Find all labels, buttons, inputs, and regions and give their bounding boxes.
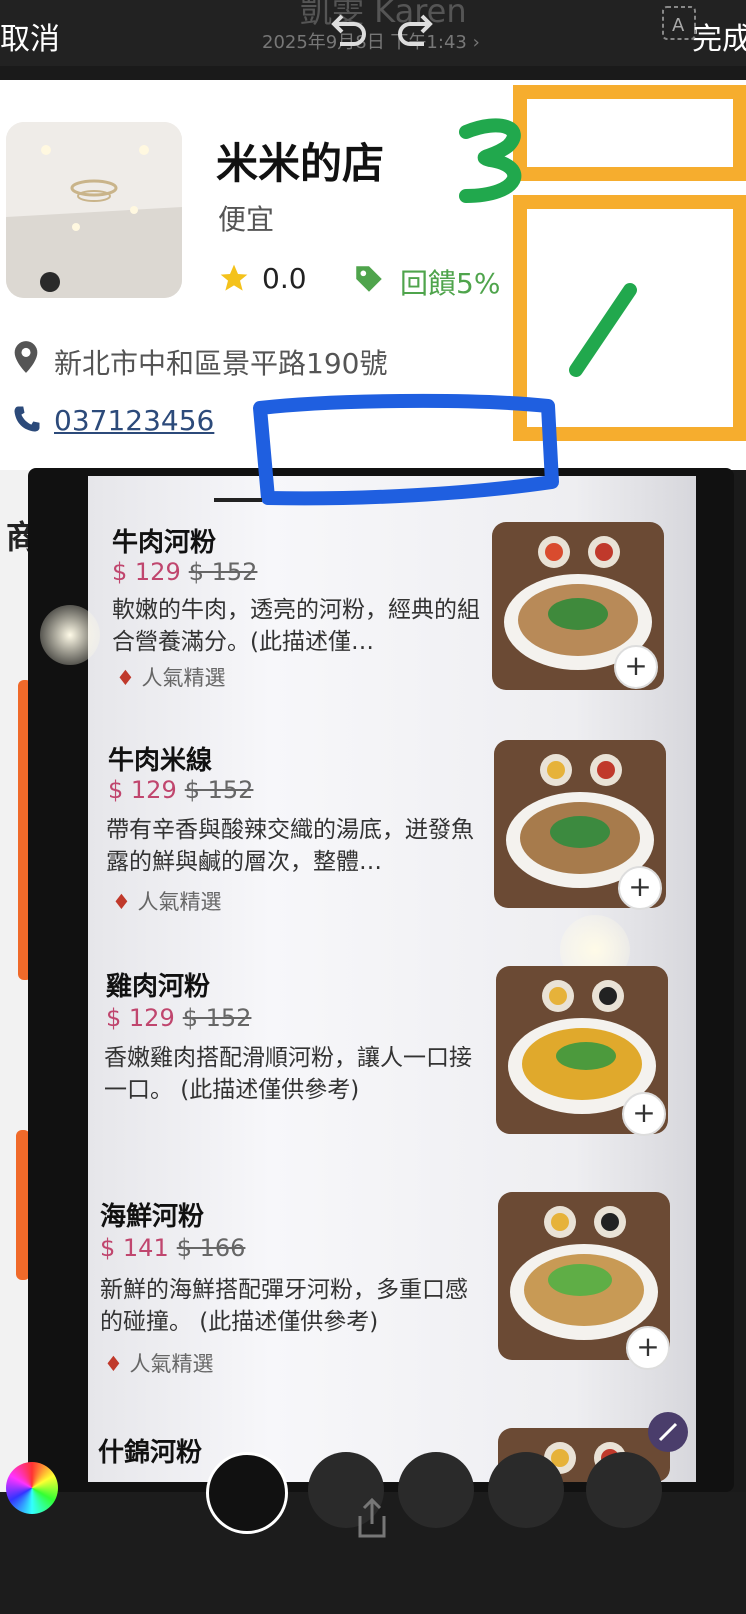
share-icon[interactable]: [352, 1496, 392, 1544]
green-mark-slash: [569, 283, 637, 377]
lasso-tool-button[interactable]: [488, 1452, 564, 1528]
eraser-tool-button[interactable]: [398, 1452, 474, 1528]
green-mark-three: [459, 118, 522, 203]
pen-tool-button[interactable]: [206, 1452, 288, 1534]
edit-pencil-button[interactable]: [648, 1412, 688, 1452]
orange-highlight-box: [513, 195, 746, 441]
pencil-icon: [658, 1422, 678, 1442]
ruler-tool-button[interactable]: [586, 1452, 662, 1528]
color-picker-button[interactable]: [6, 1462, 58, 1514]
blue-highlight-box: [253, 393, 559, 506]
markup-annotation-layer: [214, 85, 746, 506]
orange-highlight-box: [513, 85, 746, 181]
